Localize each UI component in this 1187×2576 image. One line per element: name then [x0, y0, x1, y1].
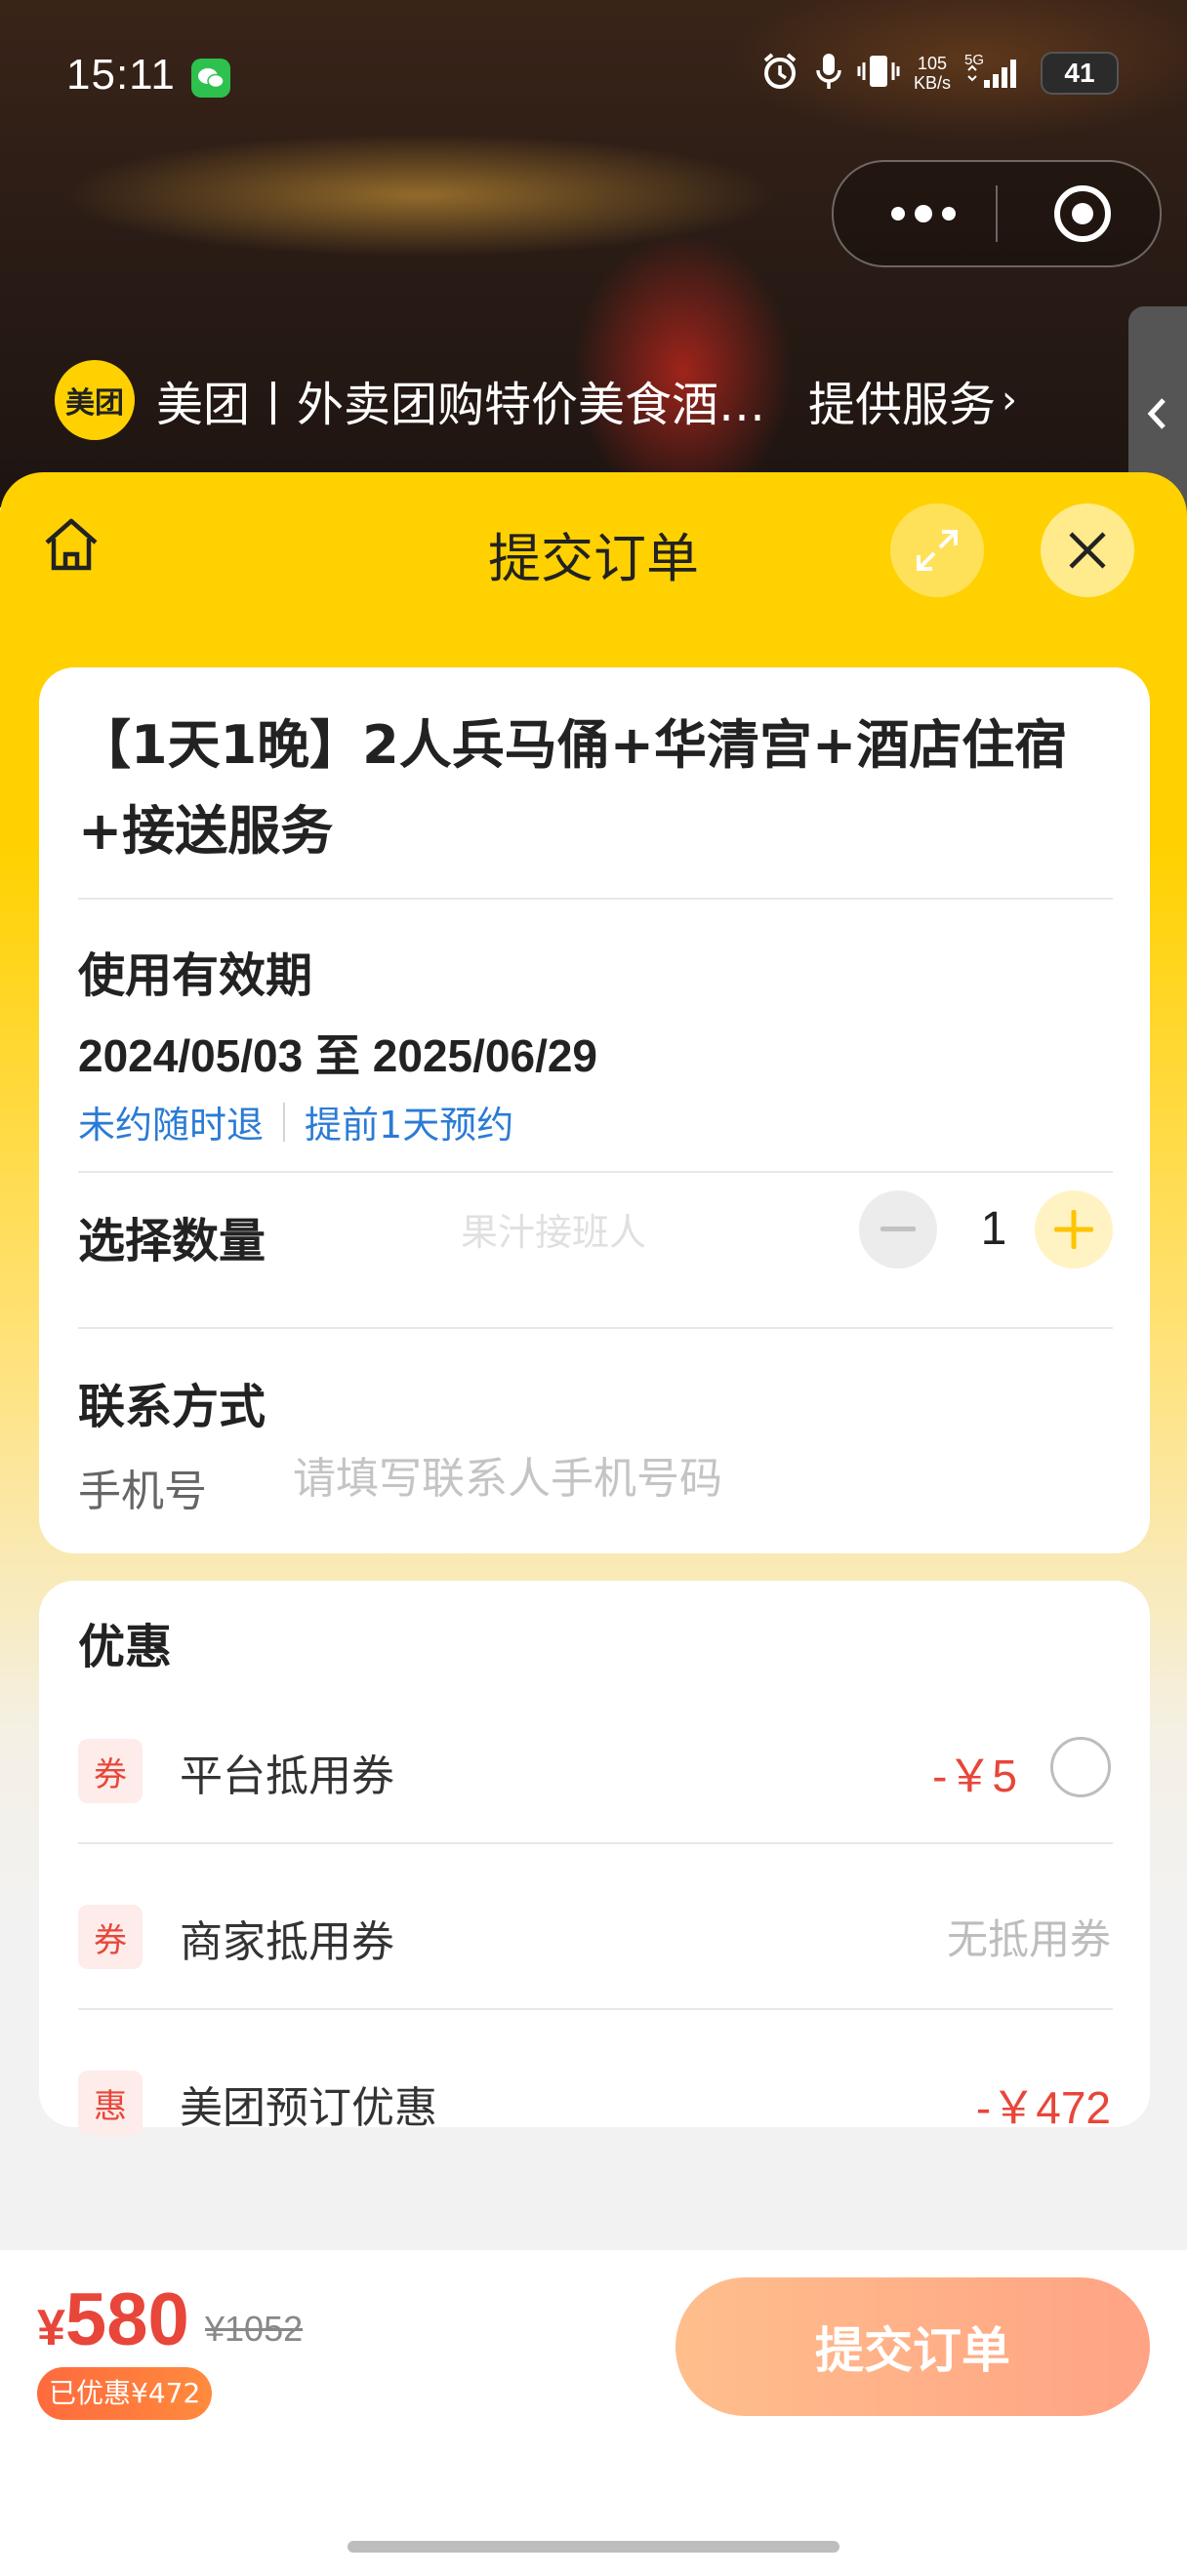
status-icons: 105 KB/s 5G 41 [759, 49, 1119, 98]
discount-tag: 惠 [78, 2071, 143, 2135]
minus-icon [880, 1227, 916, 1231]
policy-divider [283, 1102, 286, 1142]
status-time: 15:11 [66, 51, 176, 99]
expand-button[interactable] [890, 503, 984, 597]
reservation-policy[interactable]: 提前1天预约 [305, 1095, 513, 1148]
promo-name: 商家抵用券 [180, 1917, 394, 1967]
divider [78, 2008, 1113, 2010]
divider [78, 898, 1113, 900]
network-type: 5G [964, 52, 984, 68]
divider [78, 1842, 1113, 1844]
discounts-label: 优惠 [78, 1620, 173, 1674]
microphone-icon [814, 51, 843, 96]
phone-label: 手机号 [78, 1467, 207, 1516]
original-price: ¥1052 [205, 2309, 304, 2349]
current-price: ¥580 [37, 2278, 189, 2361]
validity-label: 使用有效期 [78, 948, 313, 1003]
close-button[interactable] [1041, 503, 1134, 597]
order-info-card: 【1天1晚】2人兵马俑+华清宫+酒店住宿+接送服务 使用有效期 2024/05/… [39, 667, 1150, 1553]
contact-label: 联系方式 [78, 1380, 266, 1434]
close-icon [1069, 532, 1106, 569]
status-bar: 15:11 105 KB/s 5G 41 [0, 0, 1187, 156]
promo-value: -￥5 [932, 1751, 1017, 1801]
promo-value: -￥472 [975, 2082, 1111, 2133]
product-title: 【1天1晚】2人兵马俑+华清宫+酒店住宿+接送服务 [78, 714, 1068, 862]
watermark-text: 果汁接班人 [461, 1211, 647, 1254]
checkout-bar: ¥580 ¥1052 已优惠¥472 提交订单 [0, 2250, 1187, 2576]
coupon-tag: 券 [78, 1739, 143, 1803]
close-mini-program-icon[interactable] [1050, 181, 1115, 250]
merchant-coupon-row[interactable]: 券 商家抵用券 无抵用券 [39, 1854, 1150, 2020]
quantity-label: 选择数量 [78, 1214, 266, 1268]
decrease-quantity-button[interactable] [859, 1190, 937, 1268]
plus-icon [1054, 1210, 1093, 1249]
more-icon[interactable] [890, 199, 957, 232]
promo-name: 美团预订优惠 [180, 2083, 437, 2133]
divider [78, 1327, 1113, 1329]
service-link[interactable]: 提供服务 [808, 366, 996, 434]
capsule-divider [996, 185, 998, 242]
validity-dates: 2024/05/03 至 2025/06/29 [78, 1030, 598, 1081]
panel-header: 提交订单 [0, 472, 1187, 628]
mini-program-capsule [832, 160, 1162, 267]
phone-input[interactable] [293, 1444, 1093, 1512]
saved-badge: 已优惠¥472 [37, 2367, 213, 2420]
signal-icon: 5G [964, 51, 1027, 96]
promo-name: 平台抵用券 [180, 1751, 394, 1801]
platform-coupon-row[interactable]: 券 平台抵用券 -￥5 [39, 1688, 1150, 1854]
expand-icon [917, 530, 958, 571]
refund-policy[interactable]: 未约随时退 [78, 1095, 264, 1148]
mini-program-header: 美团 美团丨外卖团购特价美食酒… 提供服务 › [55, 360, 1138, 440]
booking-discount-row: 惠 美团预订优惠 -￥472 [39, 2020, 1150, 2186]
battery-indicator: 41 [1041, 52, 1119, 95]
network-speed: 105 KB/s [913, 54, 951, 93]
quantity-value: 1 [980, 1203, 1007, 1255]
coupon-radio[interactable] [1050, 1737, 1111, 1797]
chevron-left-icon [1147, 398, 1166, 429]
meituan-logo: 美团 [55, 360, 135, 440]
alarm-icon [759, 51, 800, 96]
divider [78, 1171, 1113, 1173]
chevron-right-icon[interactable]: › [1002, 378, 1017, 423]
booking-policy: 未约随时退 提前1天预约 [78, 1095, 513, 1148]
wechat-icon [191, 59, 230, 98]
vibrate-icon [857, 51, 900, 96]
promo-value: 无抵用券 [946, 1915, 1111, 1963]
coupon-tag: 券 [78, 1905, 143, 1969]
increase-quantity-button[interactable] [1035, 1190, 1113, 1268]
mini-program-title[interactable]: 美团丨外卖团购特价美食酒… [156, 366, 765, 434]
discounts-card: 优惠 券 平台抵用券 -￥5 券 商家抵用券 无抵用券 惠 美团预订优惠 -￥4… [39, 1581, 1150, 2135]
submit-order-button[interactable]: 提交订单 [675, 2277, 1150, 2416]
home-indicator [348, 2541, 839, 2553]
page-title: 提交订单 [488, 528, 699, 589]
